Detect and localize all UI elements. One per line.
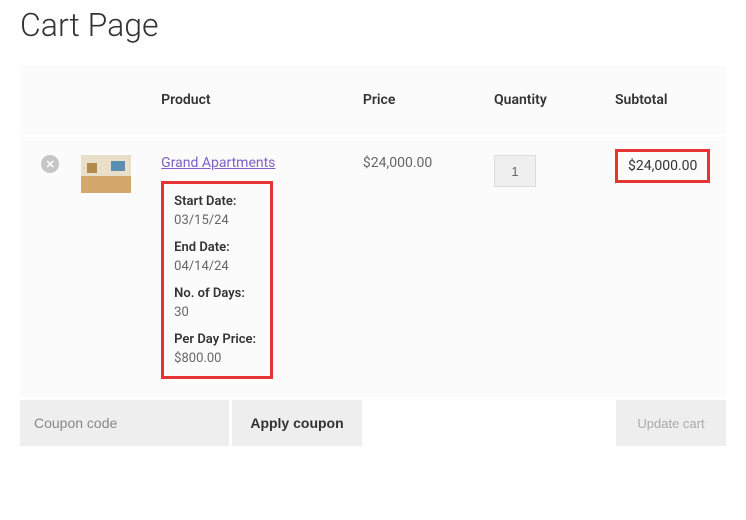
header-product: Product [161, 66, 363, 136]
days-value: 30 [174, 305, 262, 320]
item-subtotal: $24,000.00 [615, 149, 710, 183]
header-subtotal: Subtotal [615, 66, 726, 136]
start-date-label: Start Date: [174, 194, 262, 209]
close-icon: ✕ [46, 159, 55, 170]
end-date-label: End Date: [174, 240, 262, 255]
quantity-input[interactable] [494, 155, 536, 187]
product-thumbnail[interactable] [81, 155, 131, 193]
per-day-value: $800.00 [174, 351, 262, 366]
product-meta: Start Date: 03/15/24 End Date: 04/14/24 … [161, 181, 273, 379]
page-title: Cart Page [20, 6, 726, 44]
header-price: Price [363, 66, 494, 136]
days-label: No. of Days: [174, 286, 262, 301]
start-date-value: 03/15/24 [174, 213, 262, 228]
end-date-value: 04/14/24 [174, 259, 262, 274]
cart-table: Product Price Quantity Subtotal ✕ Grand … [20, 66, 726, 449]
cart-actions: Apply coupon Update cart [20, 400, 726, 446]
table-row: ✕ Grand Apartments Start Date: 03/15/24 … [20, 136, 726, 399]
per-day-label: Per Day Price: [174, 332, 262, 347]
remove-item-button[interactable]: ✕ [41, 155, 59, 173]
update-cart-button[interactable]: Update cart [616, 400, 726, 446]
coupon-input[interactable] [20, 400, 229, 446]
item-price: $24,000.00 [363, 136, 494, 399]
apply-coupon-button[interactable]: Apply coupon [232, 400, 362, 446]
product-link[interactable]: Grand Apartments [161, 155, 275, 171]
header-quantity: Quantity [494, 66, 615, 136]
